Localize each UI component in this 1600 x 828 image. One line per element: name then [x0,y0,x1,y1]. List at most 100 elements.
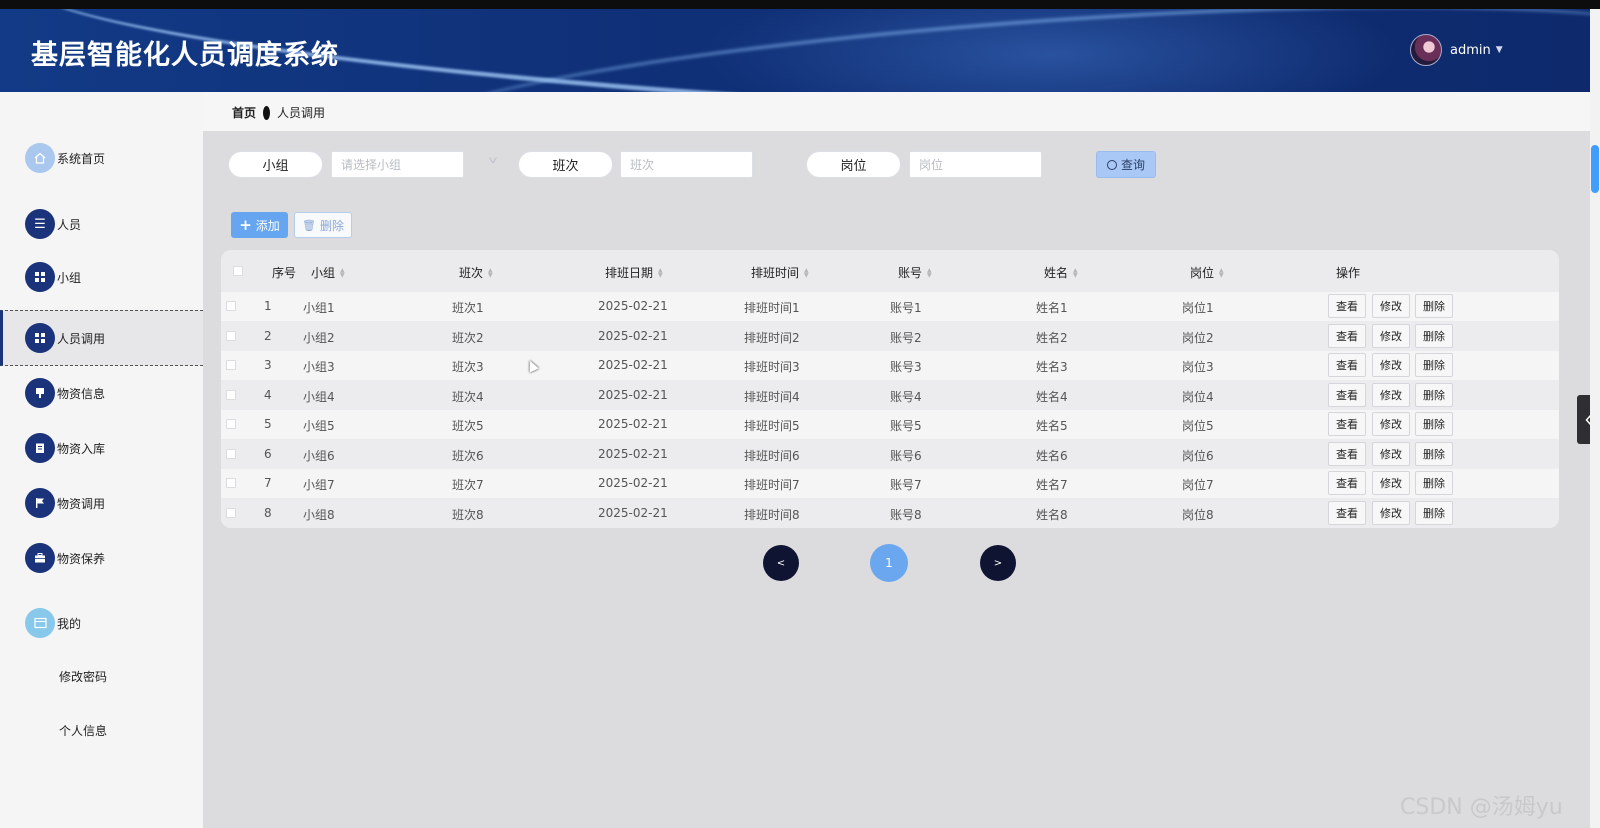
cell-no: 3 [264,358,272,372]
sidebar-item-label: 物资调用 [57,496,106,511]
column-header-name[interactable]: 姓名 ▲ ▼ [1044,264,1078,281]
trash-icon: 🗑 [302,218,316,232]
column-header-time[interactable]: 排班时间 ▲ ▼ [751,264,809,281]
user-name[interactable]: admin [1450,43,1491,58]
cell-group: 小组5 [303,419,335,433]
delete-button[interactable]: 删除 [1415,441,1453,466]
sidebar-item-mine[interactable]: 我的 [0,596,203,650]
view-button[interactable]: 查看 [1328,441,1366,466]
prev-page-button[interactable]: < [763,545,799,581]
sort-icon: ▲ ▼ [804,266,809,279]
view-button[interactable]: 查看 [1328,412,1366,436]
sidebar-item-material-maintenance[interactable]: 物资保养 [0,531,203,585]
sidebar-item-material-dispatch[interactable]: 物资调用 [0,476,203,530]
cell-account: 账号1 [890,301,922,315]
cell-account: 账号3 [890,360,922,374]
edit-button[interactable]: 修改 [1372,500,1410,525]
row-checkbox[interactable] [226,389,236,400]
row-checkbox[interactable] [226,301,236,311]
cell-no: 5 [264,417,272,431]
page-scrollbar[interactable] [1590,9,1600,828]
group-select[interactable] [331,151,464,178]
view-button[interactable]: 查看 [1328,294,1366,318]
group-filter-label: 小组 [228,151,323,178]
delete-button[interactable]: 删除 [1415,412,1453,436]
column-header-shift[interactable]: 班次 ▲ ▼ [459,264,493,281]
sidebar-subitem-profile[interactable]: 个人信息 [59,722,107,739]
cell-time: 排班时间6 [744,448,800,463]
view-button[interactable]: 查看 [1328,471,1366,495]
page-1-button[interactable]: 1 [870,544,908,582]
sidebar-item-material-stock-in[interactable]: 物资入库 [0,421,203,475]
cell-post: 岗位1 [1182,301,1214,315]
edit-button[interactable]: 修改 [1372,471,1410,495]
sidebar-item-material-info[interactable]: 物资信息 [0,366,203,420]
view-button[interactable]: 查看 [1328,382,1366,407]
row-checkbox[interactable] [226,448,236,459]
cell-date: 2025-02-21 [598,417,668,431]
cell-no: 7 [264,476,272,490]
edit-button[interactable]: 修改 [1372,323,1410,348]
plus-icon: + [239,216,252,234]
edit-button[interactable]: 修改 [1372,441,1410,466]
delete-button[interactable]: 删除 [1415,500,1453,525]
cell-shift: 班次8 [452,507,484,522]
delete-button[interactable]: 删除 [1415,382,1453,407]
column-header-group[interactable]: 小组 ▲ ▼ [311,264,345,281]
delete-button[interactable]: 删除 [1415,294,1453,318]
sidebar-item-home[interactable]: 系统首页 [0,131,203,185]
table-row: 2 小组2 班次2 2025-02-21 排班时间2 账号2 姓名2 岗位2 查看 修改 删除 [221,321,1559,351]
add-button[interactable]: + 添加 [231,212,288,238]
cell-post: 岗位6 [1182,448,1214,463]
delete-button[interactable]: 🗑 删除 [294,212,352,238]
edit-button[interactable]: 修改 [1372,382,1410,407]
row-checkbox[interactable] [226,330,236,341]
cell-name: 姓名2 [1036,330,1068,345]
edit-button[interactable]: 修改 [1372,412,1410,436]
sidebar-item-label: 小组 [57,270,82,285]
row-checkbox[interactable] [226,419,236,429]
sort-icon: ▲ ▼ [927,266,932,279]
query-button[interactable]: 查询 [1096,151,1156,178]
cell-group: 小组1 [303,301,335,315]
cell-post: 岗位2 [1182,330,1214,345]
breadcrumb-bar: 首页 人员调用 [203,92,1590,131]
column-header-post[interactable]: 岗位 ▲ ▼ [1190,264,1224,281]
delete-button[interactable]: 删除 [1415,471,1453,495]
sidebar-item-staff-dispatch[interactable]: 人员调用 [0,310,203,366]
chevron-down-icon[interactable]: v [489,155,498,166]
post-input[interactable] [909,151,1042,178]
view-button[interactable]: 查看 [1328,500,1366,525]
table-header: 序号 小组 ▲ ▼ 班次 ▲ ▼ 排班日期 ▲ ▼ 排班时间 ▲ ▼ 账号 ▲ ▼ 姓名 ▲ ▼ 岗位 ▲… [221,250,1559,292]
scrollbar-thumb[interactable] [1591,145,1599,193]
delete-button[interactable]: 删除 [1415,323,1453,348]
cell-group: 小组2 [303,330,335,345]
cell-account: 账号8 [890,507,922,522]
sidebar-subitem-change-password[interactable]: 修改密码 [59,668,107,685]
cell-no: 4 [264,387,272,402]
view-button[interactable]: 查看 [1328,353,1366,377]
cell-name: 姓名5 [1036,419,1068,433]
chevron-down-icon[interactable]: ▼ [1496,45,1503,55]
next-page-button[interactable]: > [980,545,1016,581]
delete-button[interactable]: 删除 [1415,353,1453,377]
sort-icon: ▲ ▼ [488,266,493,279]
user-menu[interactable]: admin ▼ [1410,33,1503,67]
column-header-account[interactable]: 账号 ▲ ▼ [898,264,932,281]
select-all-checkbox[interactable] [233,266,243,276]
sidebar-item-label: 系统首页 [57,151,106,166]
sidebar-item-staff[interactable]: ☰ 人员 [0,197,203,251]
row-checkbox[interactable] [226,507,236,518]
shift-input[interactable] [620,151,753,178]
row-checkbox[interactable] [226,360,236,370]
row-checkbox[interactable] [226,478,236,488]
cell-group: 小组7 [303,478,335,492]
column-header-date[interactable]: 排班日期 ▲ ▼ [605,264,663,281]
edit-button[interactable]: 修改 [1372,353,1410,377]
edit-button[interactable]: 修改 [1372,294,1410,318]
avatar[interactable] [1410,34,1442,66]
data-table: 序号 小组 ▲ ▼ 班次 ▲ ▼ 排班日期 ▲ ▼ 排班时间 ▲ ▼ 账号 ▲ ▼ 姓名 ▲ ▼ 岗位 ▲… [221,250,1559,528]
view-button[interactable]: 查看 [1328,323,1366,348]
breadcrumb-home[interactable]: 首页 [232,104,256,121]
sidebar-item-group[interactable]: 小组 [0,250,203,304]
